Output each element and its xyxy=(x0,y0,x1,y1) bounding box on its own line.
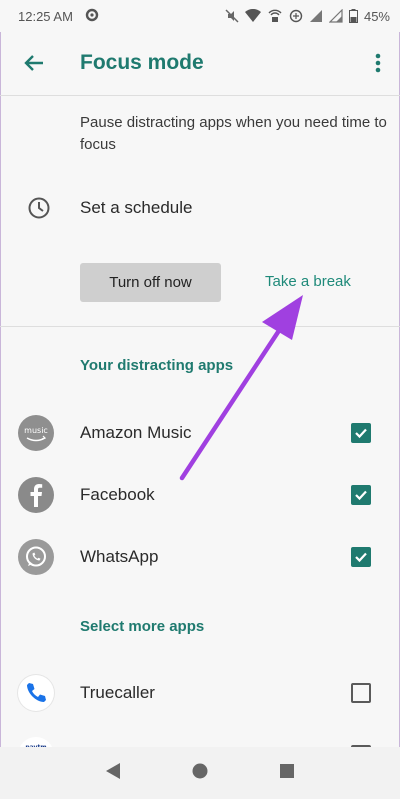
notification-dot-icon xyxy=(85,8,99,25)
app-name: Amazon Music xyxy=(80,423,192,442)
checkbox-amazon-music[interactable] xyxy=(351,423,371,443)
app-row-amazon-music[interactable]: music Amazon Music xyxy=(0,403,400,463)
app-row-truecaller[interactable]: Truecaller xyxy=(0,663,400,723)
status-bar: 12:25 AM 45% xyxy=(0,0,400,32)
check-icon xyxy=(355,428,367,439)
status-time: 12:25 AM xyxy=(18,8,73,24)
amazon-music-icon-text: music xyxy=(24,426,48,435)
distracting-apps-header: Your distracting apps xyxy=(80,357,234,374)
app-bar: Focus mode xyxy=(0,32,400,94)
section-divider xyxy=(0,326,400,327)
app-name: Facebook xyxy=(80,485,155,504)
set-schedule-row[interactable]: Set a schedule xyxy=(0,182,400,234)
arrow-back-icon xyxy=(24,55,43,71)
wifi-icon xyxy=(244,9,261,23)
more-options-button[interactable] xyxy=(356,35,400,91)
page-title: Focus mode xyxy=(80,51,204,74)
nav-back-button[interactable] xyxy=(105,762,121,785)
clock-icon xyxy=(27,196,51,225)
volte-icon xyxy=(289,9,303,23)
app-name: Truecaller xyxy=(80,683,155,702)
signal-icon-1 xyxy=(309,9,323,23)
set-schedule-label: Set a schedule xyxy=(80,198,193,217)
take-a-break-button[interactable]: Take a break xyxy=(265,273,351,290)
more-vert-icon xyxy=(375,53,381,73)
hotspot-icon xyxy=(267,9,283,23)
app-row-whatsapp[interactable]: WhatsApp xyxy=(0,527,400,587)
app-name: WhatsApp xyxy=(80,547,159,566)
mute-icon xyxy=(225,9,239,23)
focus-description: Pause distracting apps when you need tim… xyxy=(80,114,387,153)
app-bar-divider xyxy=(0,95,400,96)
nav-home-icon xyxy=(192,763,208,778)
back-button[interactable] xyxy=(6,35,62,91)
check-icon xyxy=(355,552,367,563)
amazon-music-icon: music xyxy=(18,415,54,451)
nav-recents-button[interactable] xyxy=(279,763,295,784)
app-row-facebook[interactable]: Facebook xyxy=(0,465,400,525)
checkbox-facebook[interactable] xyxy=(351,485,371,505)
checkbox-truecaller[interactable] xyxy=(351,683,371,703)
system-nav-bar xyxy=(0,747,400,799)
nav-home-button[interactable] xyxy=(192,763,208,784)
truecaller-icon xyxy=(18,675,54,711)
battery-icon xyxy=(348,9,358,23)
nav-recents-icon xyxy=(279,763,294,778)
turn-off-now-button[interactable]: Turn off now xyxy=(80,263,221,302)
facebook-icon xyxy=(18,477,54,513)
whatsapp-icon xyxy=(18,539,54,575)
nav-back-icon xyxy=(106,762,121,779)
select-more-apps-header: Select more apps xyxy=(80,618,205,635)
check-icon xyxy=(355,490,367,501)
battery-percent: 45% xyxy=(363,8,390,24)
checkbox-whatsapp[interactable] xyxy=(351,547,371,567)
signal-icon-2 xyxy=(328,9,343,23)
